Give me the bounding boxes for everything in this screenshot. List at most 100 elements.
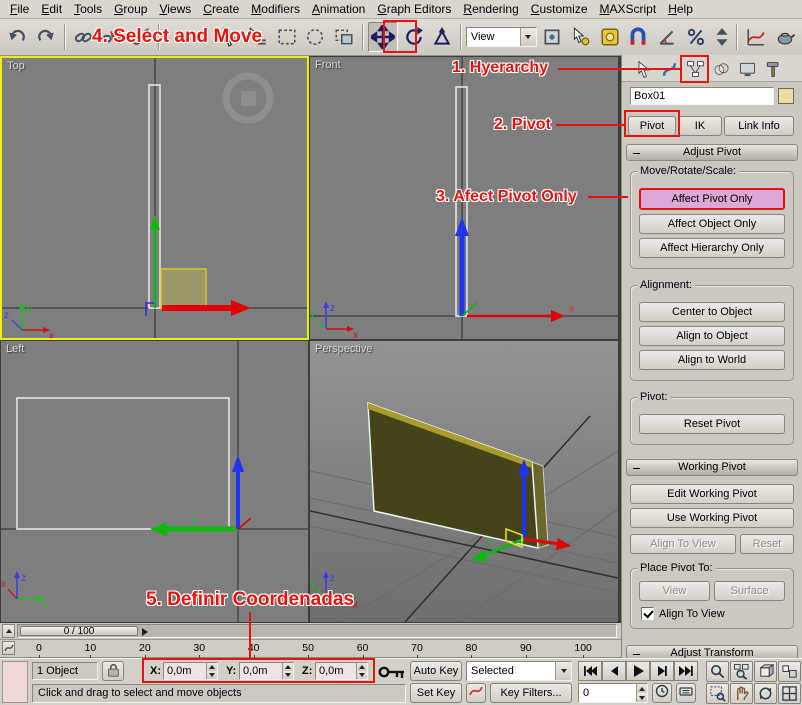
dropdown-arrow-icon[interactable] (520, 28, 536, 46)
tab-display[interactable] (736, 58, 759, 81)
spinner-snap-toggle-button[interactable] (711, 22, 732, 52)
zoom-extents-all-button[interactable] (778, 661, 801, 682)
mini-track-panel[interactable] (2, 661, 28, 703)
select-and-move-button[interactable] (368, 22, 399, 52)
y-coordinate-value[interactable]: 0,0m (240, 663, 282, 679)
object-color-swatch[interactable] (778, 88, 794, 104)
y-coordinate-field[interactable]: 0,0m (239, 662, 294, 680)
circular-selection-region-button[interactable] (302, 22, 329, 52)
zoom-region-button[interactable] (706, 683, 729, 704)
auto-key-button[interactable]: Auto Key (410, 661, 462, 681)
align-to-object-button[interactable]: Align to Object (639, 326, 785, 346)
center-to-object-button[interactable]: Center to Object (639, 302, 785, 322)
frame-spinner[interactable] (636, 684, 647, 702)
maximize-viewport-toggle-button[interactable] (778, 683, 801, 704)
tab-motion[interactable] (710, 58, 733, 81)
tab-ik[interactable]: IK (678, 116, 722, 136)
tab-utilities[interactable] (762, 58, 785, 81)
zoom-button[interactable] (706, 661, 729, 682)
pan-button[interactable] (730, 683, 753, 704)
current-frame-field[interactable]: 0 (578, 683, 648, 703)
select-and-rotate-button[interactable] (400, 22, 427, 52)
rectangular-selection-region-button[interactable] (273, 22, 300, 52)
rollout-adjust-pivot[interactable]: Adjust Pivot (626, 144, 798, 161)
box-object-perspective[interactable] (368, 403, 548, 548)
key-mode-toggle[interactable] (378, 662, 406, 682)
percent-snap-toggle-button[interactable] (683, 22, 710, 52)
key-filter-dropdown[interactable]: Selected (466, 661, 572, 681)
box-object-outline-left[interactable] (17, 398, 229, 529)
menu-views[interactable]: Views (153, 2, 197, 16)
selection-lock-button[interactable] (102, 661, 124, 681)
time-slider-track[interactable]: 0 / 100 (17, 624, 617, 638)
time-slider-next-arrow[interactable] (142, 628, 148, 636)
tab-create[interactable] (632, 58, 655, 81)
time-slider-handle[interactable]: 0 / 100 (20, 626, 138, 636)
reset-button[interactable]: Reset (740, 534, 794, 554)
align-to-view-checkbox[interactable] (641, 607, 654, 620)
viewport-left-label[interactable]: Left (6, 343, 24, 355)
menu-graph-editors[interactable]: Graph Editors (371, 2, 457, 16)
menu-create[interactable]: Create (197, 2, 245, 16)
affect-pivot-only-button[interactable]: Affect Pivot Only (639, 188, 785, 210)
x-spinner[interactable] (206, 663, 217, 679)
redo-button[interactable] (33, 22, 60, 52)
top-viewport-canvas[interactable]: y x z (2, 58, 307, 338)
go-to-end-button[interactable] (674, 661, 698, 681)
x-coordinate-value[interactable]: 0,0m (164, 663, 206, 679)
z-coordinate-field[interactable]: 0,0m (315, 662, 368, 680)
curve-editor-button[interactable] (742, 22, 769, 52)
viewport-top-label[interactable]: Top (7, 60, 25, 72)
edit-working-pivot-button[interactable]: Edit Working Pivot (630, 484, 794, 504)
dropdown-arrow-icon[interactable] (555, 662, 571, 680)
z-spinner[interactable] (356, 663, 367, 679)
left-viewport-canvas[interactable]: y z y x (1, 341, 308, 622)
rollout-working-pivot[interactable]: Working Pivot (626, 459, 798, 476)
arc-rotate-button[interactable] (754, 683, 777, 704)
viewport-perspective[interactable]: Perspective (310, 341, 618, 622)
viewport-perspective-label[interactable]: Perspective (315, 343, 372, 355)
current-frame-value[interactable]: 0 (579, 684, 636, 702)
angle-snap-toggle-button[interactable] (654, 22, 681, 52)
affect-hierarchy-only-button[interactable]: Affect Hierarchy Only (639, 238, 785, 258)
align-to-world-button[interactable]: Align to World (639, 350, 785, 370)
z-coordinate-value[interactable]: 0,0m (316, 663, 356, 679)
move-gizmo-left[interactable]: y (150, 455, 251, 536)
mini-curve-editor-button[interactable] (2, 641, 15, 655)
x-coordinate-field[interactable]: 0,0m (163, 662, 218, 680)
tab-hierarchy[interactable] (684, 58, 707, 81)
time-configuration-button[interactable] (652, 683, 672, 703)
zoom-extents-button[interactable] (754, 661, 777, 682)
view-button[interactable]: View (639, 581, 710, 601)
menu-rendering[interactable]: Rendering (457, 2, 524, 16)
tab-link-info[interactable]: Link Info (724, 116, 794, 136)
viewport-front-label[interactable]: Front (315, 59, 341, 71)
snaps-toggle-button[interactable] (625, 22, 652, 52)
select-and-scale-button[interactable] (429, 22, 456, 52)
zoom-all-button[interactable] (730, 661, 753, 682)
menu-tools[interactable]: Tools (68, 2, 108, 16)
menu-help[interactable]: Help (662, 2, 699, 16)
tab-modify[interactable] (658, 58, 681, 81)
y-spinner[interactable] (282, 663, 293, 679)
previous-frame-button[interactable] (602, 661, 626, 681)
undo-button[interactable] (4, 22, 31, 52)
viewport-top[interactable]: Top (0, 56, 309, 340)
reference-coordinate-system-dropdown[interactable]: View (466, 27, 537, 47)
menu-maxscript[interactable]: MAXScript (594, 2, 663, 16)
perspective-viewport-canvas[interactable]: y z x y (310, 341, 618, 622)
select-and-manipulate-button[interactable] (567, 22, 594, 52)
play-button[interactable] (626, 661, 650, 681)
next-frame-button[interactable] (650, 661, 674, 681)
use-working-pivot-button[interactable]: Use Working Pivot (630, 508, 794, 528)
menu-edit[interactable]: Edit (35, 2, 68, 16)
move-gizmo-front[interactable]: x (455, 217, 574, 322)
object-name-field[interactable]: Box01 (630, 87, 774, 105)
use-pivot-point-center-button[interactable] (539, 22, 566, 52)
default-in-out-tangents-button[interactable] (466, 683, 486, 703)
surface-button[interactable]: Surface (714, 581, 785, 601)
menu-file[interactable]: File (4, 2, 35, 16)
window-crossing-toggle-button[interactable] (331, 22, 358, 52)
viewport-left[interactable]: Left y (1, 341, 308, 622)
go-to-start-button[interactable] (578, 661, 602, 681)
